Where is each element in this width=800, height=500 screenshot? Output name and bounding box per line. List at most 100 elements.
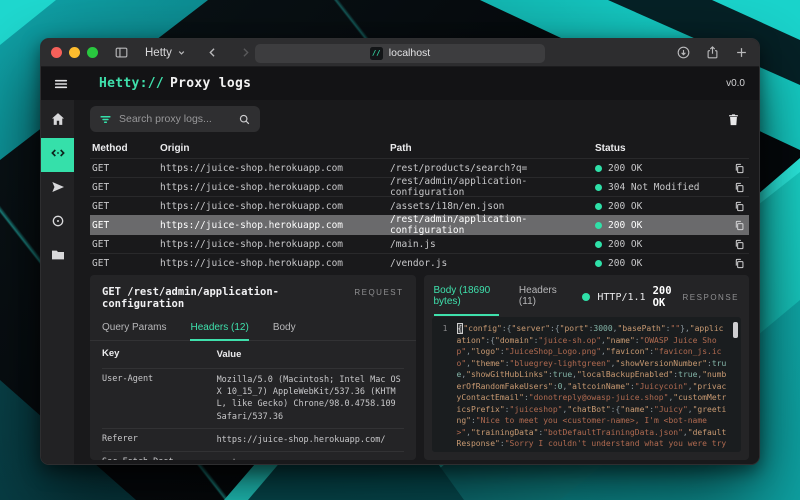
- status-ok-dot: [595, 184, 602, 191]
- address-bar[interactable]: // localhost: [255, 44, 545, 63]
- header-row: Referer https://juice-shop.herokuapp.com…: [102, 428, 404, 451]
- table-row[interactable]: GET https://juice-shop.herokuapp.com /ve…: [90, 253, 749, 272]
- sidebar-toggle-icon[interactable]: [114, 45, 129, 60]
- cell-origin: https://juice-shop.herokuapp.com: [160, 220, 390, 231]
- cell-origin: https://juice-shop.herokuapp.com: [160, 258, 390, 269]
- tab-response-headers[interactable]: Headers (11): [519, 285, 562, 315]
- column-method: Method: [90, 143, 160, 154]
- cell-status: 200 OK: [595, 220, 723, 231]
- target-icon: [50, 213, 66, 234]
- status-text: 200 OK: [608, 258, 642, 269]
- cell-method: GET: [90, 239, 160, 250]
- cell-status: 200 OK: [595, 201, 723, 212]
- back-icon[interactable]: [205, 45, 220, 60]
- header-key: Referer: [102, 434, 217, 446]
- sidebar-item-scope[interactable]: [41, 206, 74, 240]
- search-input[interactable]: [119, 113, 231, 125]
- search-icon[interactable]: [238, 113, 251, 126]
- log-table-body: GET https://juice-shop.herokuapp.com /re…: [90, 158, 749, 272]
- status-text: 200 OK: [608, 220, 642, 231]
- header-value: Mozilla/5.0 (Macintosh; Intel Mac OS X 1…: [217, 374, 404, 423]
- table-row[interactable]: GET https://juice-shop.herokuapp.com /re…: [90, 158, 749, 177]
- forward-icon[interactable]: [238, 45, 253, 60]
- response-body-code[interactable]: {"config":{"server":{"port":3000,"basePa…: [454, 317, 742, 452]
- share-icon[interactable]: [705, 45, 720, 60]
- table-row[interactable]: GET https://juice-shop.herokuapp.com /re…: [90, 177, 749, 196]
- clear-logs-icon[interactable]: [726, 112, 741, 127]
- app-body: Method Origin Path Status GET https://ju…: [41, 100, 759, 465]
- sidebar-item-projects[interactable]: [41, 240, 74, 274]
- cell-method: GET: [90, 258, 160, 269]
- detail-panels: GET /rest/admin/application-configuratio…: [90, 275, 749, 465]
- menu-icon[interactable]: [53, 76, 69, 92]
- tab-request-body[interactable]: Body: [273, 322, 296, 340]
- tab-response-body[interactable]: Body (18690 bytes): [434, 285, 499, 315]
- request-headers-table: Key Value User-Agent Mozilla/5.0 (Macint…: [90, 341, 416, 460]
- cell-method: GET: [90, 220, 160, 231]
- close-window-button[interactable]: [51, 47, 62, 58]
- status-ok-dot: [595, 165, 602, 172]
- sidebar-item-home[interactable]: [41, 104, 74, 138]
- browser-app-menu[interactable]: Hetty: [145, 47, 187, 59]
- chevron-down-icon: [176, 47, 187, 58]
- sidebar-item-sender[interactable]: [41, 172, 74, 206]
- status-text: 304 Not Modified: [608, 182, 700, 193]
- zoom-window-button[interactable]: [87, 47, 98, 58]
- logs-toolbar: [90, 100, 749, 138]
- column-value: Value: [217, 348, 404, 362]
- proxy-log-table: Method Origin Path Status GET https://ju…: [90, 138, 749, 272]
- tab-request-headers[interactable]: Headers (12): [190, 322, 248, 340]
- sidebar: [41, 100, 74, 465]
- home-icon: [50, 111, 66, 132]
- scrollbar-thumb[interactable]: [733, 322, 738, 338]
- header-value: https://juice-shop.herokuapp.com/: [217, 434, 404, 446]
- status-ok-dot: [582, 293, 590, 301]
- response-body-viewer: 1 {"config":{"server":{"port":3000,"base…: [432, 317, 742, 452]
- copy-icon[interactable]: [734, 258, 745, 269]
- new-tab-icon[interactable]: [734, 45, 749, 60]
- cell-status: 200 OK: [595, 258, 723, 269]
- cell-origin: https://juice-shop.herokuapp.com: [160, 182, 390, 193]
- cell-origin: https://juice-shop.herokuapp.com: [160, 163, 390, 174]
- brand-label: Hetty://: [99, 76, 164, 91]
- window-controls: [51, 47, 98, 58]
- address-bar-url: localhost: [389, 47, 430, 59]
- search-box[interactable]: [90, 106, 260, 132]
- tab-query-params[interactable]: Query Params: [102, 322, 166, 340]
- column-key: Key: [102, 348, 217, 362]
- table-row[interactable]: GET https://juice-shop.herokuapp.com /as…: [90, 196, 749, 215]
- send-icon: [50, 179, 66, 200]
- downloads-icon[interactable]: [676, 45, 691, 60]
- status-ok-dot: [595, 260, 602, 267]
- browser-app-menu-label: Hetty: [145, 47, 172, 59]
- request-tabs: Query Params Headers (12) Body: [90, 310, 416, 341]
- copy-icon[interactable]: [734, 182, 745, 193]
- status-text: 200 OK: [608, 201, 642, 212]
- column-status: Status: [595, 143, 723, 154]
- cell-method: GET: [90, 163, 160, 174]
- copy-icon[interactable]: [734, 220, 745, 231]
- response-tabs: Body (18690 bytes) Headers (11) HTTP/1.1…: [424, 275, 750, 315]
- cell-status: 304 Not Modified: [595, 182, 723, 193]
- cell-origin: https://juice-shop.herokuapp.com: [160, 239, 390, 250]
- titlebar-actions: [676, 45, 749, 60]
- request-title-row: GET /rest/admin/application-configuratio…: [90, 275, 416, 310]
- cell-status: 200 OK: [595, 239, 723, 250]
- copy-icon[interactable]: [734, 239, 745, 250]
- response-status: HTTP/1.1 200 OK RESPONSE: [582, 285, 739, 315]
- table-row[interactable]: GET https://juice-shop.herokuapp.com /ma…: [90, 234, 749, 253]
- copy-icon[interactable]: [734, 201, 745, 212]
- copy-icon[interactable]: [734, 163, 745, 174]
- status-ok-dot: [595, 203, 602, 210]
- sidebar-item-proxy-logs[interactable]: [41, 138, 74, 172]
- site-favicon: //: [370, 47, 383, 60]
- browser-titlebar: Hetty // localhost: [41, 39, 759, 67]
- cell-origin: https://juice-shop.herokuapp.com: [160, 201, 390, 212]
- response-protocol: HTTP/1.1: [597, 292, 645, 303]
- minimize-window-button[interactable]: [69, 47, 80, 58]
- table-row[interactable]: GET https://juice-shop.herokuapp.com /re…: [90, 215, 749, 234]
- status-ok-dot: [595, 241, 602, 248]
- version-label: v0.0: [726, 78, 745, 89]
- filter-icon: [99, 113, 112, 126]
- status-ok-dot: [595, 222, 602, 229]
